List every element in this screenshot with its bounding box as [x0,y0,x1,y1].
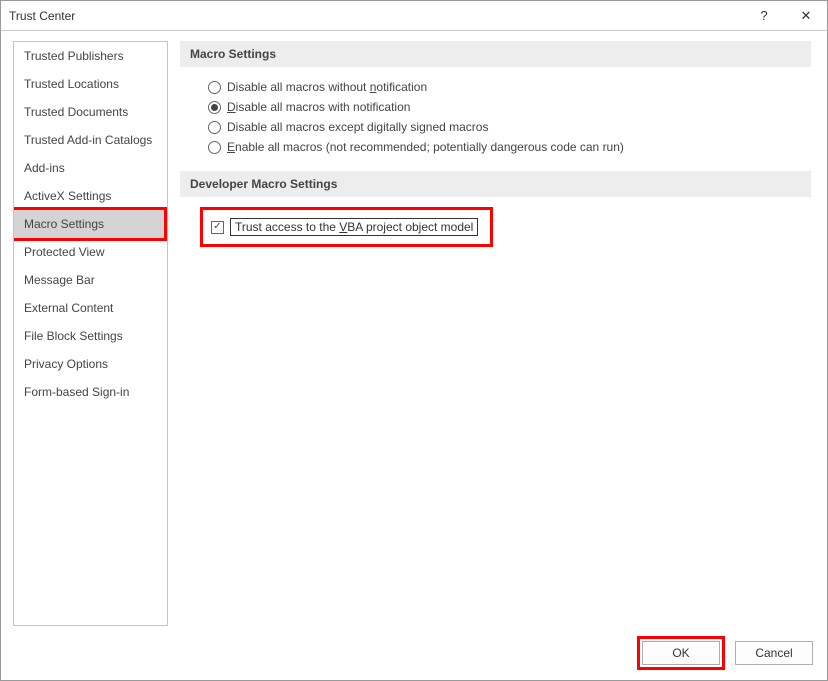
radio-enable-all[interactable]: Enable all macros (not recommended; pote… [208,137,811,157]
ok-highlight: OK [637,636,725,670]
radio-label: Disable all macros without notification [227,80,427,94]
radio-icon [208,121,221,134]
help-button[interactable]: ? [743,1,785,31]
radio-label: Enable all macros (not recommended; pote… [227,140,624,154]
radio-dot-icon [211,104,218,111]
radio-disable-except-signed[interactable]: Disable all macros except digitally sign… [208,117,811,137]
close-button[interactable]: ✕ [785,1,827,31]
dialog-body: Trusted Publishers Trusted Locations Tru… [1,31,827,626]
radio-label: Disable all macros with notification [227,100,410,114]
sidebar-item-file-block-settings[interactable]: File Block Settings [14,322,167,350]
trust-center-dialog: Trust Center ? ✕ Trusted Publishers Trus… [0,0,828,681]
developer-macro-settings-header: Developer Macro Settings [180,171,811,197]
help-icon: ? [760,8,767,23]
sidebar-item-macro-settings[interactable]: Macro Settings [14,210,167,238]
checkbox-trust-vba[interactable] [211,221,224,234]
close-icon: ✕ [801,8,812,24]
radio-disable-no-notify[interactable]: Disable all macros without notification [208,77,811,97]
sidebar-item-addins[interactable]: Add-ins [14,154,167,182]
window-title: Trust Center [9,9,743,23]
titlebar: Trust Center ? ✕ [1,1,827,31]
sidebar-item-privacy-options[interactable]: Privacy Options [14,350,167,378]
radio-disable-with-notify[interactable]: Disable all macros with notification [208,97,811,117]
radio-icon [208,81,221,94]
ok-button[interactable]: OK [642,641,720,665]
radio-label: Disable all macros except digitally sign… [227,120,488,134]
sidebar-item-protected-view[interactable]: Protected View [14,238,167,266]
sidebar-item-message-bar[interactable]: Message Bar [14,266,167,294]
dialog-footer: OK Cancel [1,626,827,680]
sidebar-item-trusted-addin-catalogs[interactable]: Trusted Add-in Catalogs [14,126,167,154]
content-pane: Macro Settings Disable all macros withou… [180,41,815,626]
sidebar-item-form-based-signin[interactable]: Form-based Sign-in [14,378,167,406]
radio-icon [208,141,221,154]
sidebar-item-trusted-locations[interactable]: Trusted Locations [14,70,167,98]
sidebar-item-trusted-documents[interactable]: Trusted Documents [14,98,167,126]
radio-icon [208,101,221,114]
macro-settings-header: Macro Settings [180,41,811,67]
sidebar: Trusted Publishers Trusted Locations Tru… [13,41,168,626]
sidebar-item-trusted-publishers[interactable]: Trusted Publishers [14,42,167,70]
sidebar-item-external-content[interactable]: External Content [14,294,167,322]
macro-settings-radio-group: Disable all macros without notification … [180,77,811,157]
sidebar-item-activex-settings[interactable]: ActiveX Settings [14,182,167,210]
checkbox-trust-vba-label-focus[interactable]: Trust access to the VBA project object m… [230,218,478,236]
trust-vba-highlight: Trust access to the VBA project object m… [200,207,493,247]
cancel-button[interactable]: Cancel [735,641,813,665]
